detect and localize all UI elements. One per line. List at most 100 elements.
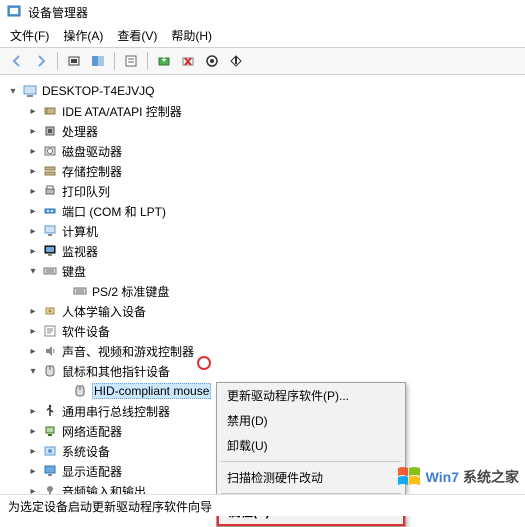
tree-item[interactable]: ▸ 人体学输入设备 (2, 301, 523, 321)
port-icon (42, 203, 58, 219)
monitor-icon (42, 243, 58, 259)
expand-icon[interactable]: ▸ (26, 464, 40, 478)
tree-item[interactable]: ▸ 打印队列 (2, 181, 523, 201)
tree-root-label: DESKTOP-T4EJVJQ (42, 84, 154, 98)
tree-item-label: 网络适配器 (62, 423, 122, 440)
tree-item[interactable]: ▸ 磁盘驱动器 (2, 141, 523, 161)
toolbar (0, 47, 525, 75)
tree-item-label: 计算机 (62, 223, 98, 240)
printer-icon (42, 183, 58, 199)
expand-icon[interactable]: ▸ (26, 404, 40, 418)
menu-view[interactable]: 查看(V) (117, 27, 157, 44)
expand-placeholder (56, 284, 70, 298)
expand-icon[interactable]: ▸ (26, 104, 40, 118)
expand-icon[interactable]: ▸ (26, 424, 40, 438)
expand-icon[interactable]: ▸ (26, 324, 40, 338)
expand-icon[interactable]: ▸ (26, 304, 40, 318)
collapse-icon[interactable]: ▾ (26, 264, 40, 278)
cpu-icon (42, 123, 58, 139)
expand-icon[interactable]: ▸ (26, 224, 40, 238)
expand-icon[interactable]: ▸ (26, 204, 40, 218)
disk-icon (42, 143, 58, 159)
expand-icon[interactable]: ▸ (26, 344, 40, 358)
scan-hardware-button[interactable] (201, 50, 223, 72)
menubar: 文件(F) 操作(A) 查看(V) 帮助(H) (0, 24, 525, 47)
tree-item[interactable]: ▸ 端口 (COM 和 LPT) (2, 201, 523, 221)
expand-placeholder (56, 384, 70, 398)
menu-file[interactable]: 文件(F) (10, 27, 49, 44)
tree-item[interactable]: ▸ IDE ATA/ATAPI 控制器 (2, 101, 523, 121)
tree-item-label: 磁盘驱动器 (62, 143, 122, 160)
expand-icon[interactable]: ▸ (26, 144, 40, 158)
expand-icon[interactable]: ▸ (26, 444, 40, 458)
tree-item-label: 软件设备 (62, 323, 110, 340)
tree-item[interactable]: ▸ 软件设备 (2, 321, 523, 341)
tree-item-label: 打印队列 (62, 183, 110, 200)
keyboard-icon (72, 283, 88, 299)
menu-update-driver[interactable]: 更新驱动程序软件(P)... (217, 383, 405, 408)
storage-icon (42, 163, 58, 179)
tree-item-label: 监视器 (62, 243, 98, 260)
system-icon (42, 443, 58, 459)
tree-item[interactable]: ▸ 存储控制器 (2, 161, 523, 181)
tree-item-label: 端口 (COM 和 LPT) (62, 203, 166, 220)
expand-icon[interactable]: ▸ (26, 184, 40, 198)
tree-item[interactable]: ▾ 鼠标和其他指针设备 (2, 361, 523, 381)
hid-icon (42, 303, 58, 319)
mouse-icon (72, 383, 88, 399)
tree-item-label: 鼠标和其他指针设备 (62, 363, 170, 380)
app-icon (6, 4, 22, 20)
tree-item[interactable]: ▸ 处理器 (2, 121, 523, 141)
disable-button[interactable] (225, 50, 247, 72)
menu-uninstall[interactable]: 卸载(U) (217, 433, 405, 458)
usb-icon (42, 403, 58, 419)
statusbar: 为选定设备启动更新驱动程序软件向导 (0, 494, 525, 516)
collapse-icon[interactable]: ▾ (26, 364, 40, 378)
menu-help[interactable]: 帮助(H) (171, 27, 212, 44)
software-icon (42, 323, 58, 339)
tree-child-item[interactable]: PS/2 标准键盘 (2, 281, 523, 301)
menu-action[interactable]: 操作(A) (63, 27, 103, 44)
computer-root-icon (22, 83, 38, 99)
tree-item-label: 处理器 (62, 123, 98, 140)
display-icon (42, 463, 58, 479)
titlebar: 设备管理器 (0, 0, 525, 24)
tree-item[interactable]: ▾ 键盘 (2, 261, 523, 281)
tree-child-label: HID-compliant mouse (92, 383, 211, 399)
update-driver-button[interactable] (153, 50, 175, 72)
details-button[interactable] (120, 50, 142, 72)
tree-item-label: IDE ATA/ATAPI 控制器 (62, 103, 182, 120)
tree-item-label: 人体学输入设备 (62, 303, 146, 320)
uninstall-button[interactable] (177, 50, 199, 72)
sound-icon (42, 343, 58, 359)
back-button[interactable] (6, 50, 28, 72)
toolbar-separator (114, 52, 115, 70)
expand-icon[interactable]: ▸ (26, 124, 40, 138)
menu-separator (221, 461, 401, 462)
tree-item-label: 键盘 (62, 263, 86, 280)
window-title: 设备管理器 (28, 4, 88, 21)
tree-item-label: 系统设备 (62, 443, 110, 460)
tree-item-label: 通用串行总线控制器 (62, 403, 170, 420)
refresh-button[interactable] (87, 50, 109, 72)
tree-item-label: 存储控制器 (62, 163, 122, 180)
tree-item-label: 声音、视频和游戏控制器 (62, 343, 194, 360)
tree-item[interactable]: ▸ 声音、视频和游戏控制器 (2, 341, 523, 361)
tree-item[interactable]: ▸ 计算机 (2, 221, 523, 241)
toolbar-separator (147, 52, 148, 70)
tree-item-label: 显示适配器 (62, 463, 122, 480)
computer-icon (42, 223, 58, 239)
controller-icon (42, 103, 58, 119)
tree-root[interactable]: ▾ DESKTOP-T4EJVJQ (2, 81, 523, 101)
collapse-icon[interactable]: ▾ (6, 84, 20, 98)
show-hidden-button[interactable] (63, 50, 85, 72)
tree-item[interactable]: ▸ 监视器 (2, 241, 523, 261)
tree-child-label: PS/2 标准键盘 (92, 283, 169, 300)
keyboard-icon (42, 263, 58, 279)
forward-button[interactable] (30, 50, 52, 72)
menu-scan[interactable]: 扫描检测硬件改动 (217, 465, 405, 490)
menu-disable[interactable]: 禁用(D) (217, 408, 405, 433)
expand-icon[interactable]: ▸ (26, 244, 40, 258)
expand-icon[interactable]: ▸ (26, 164, 40, 178)
network-icon (42, 423, 58, 439)
